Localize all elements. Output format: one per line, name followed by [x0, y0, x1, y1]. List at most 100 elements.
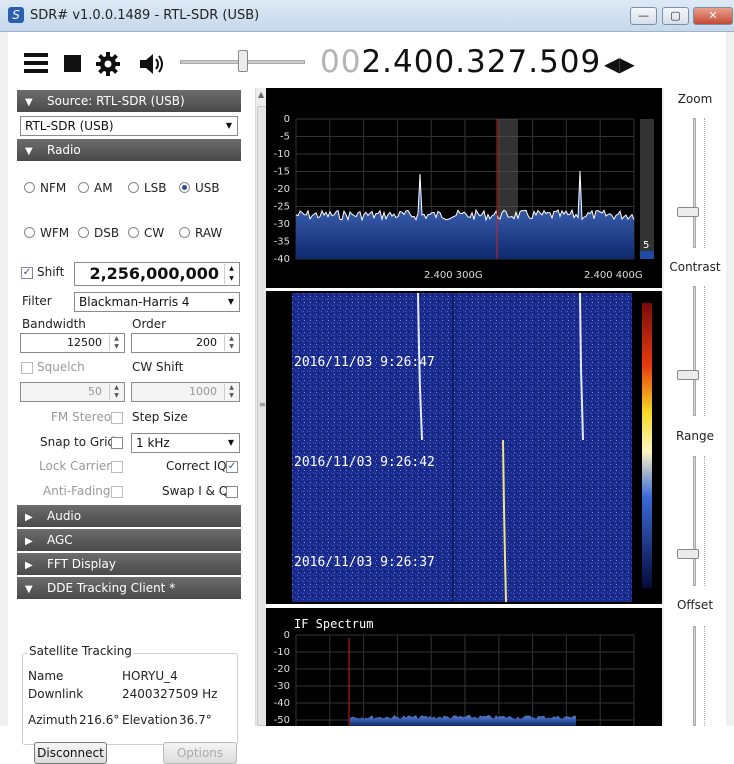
source-select[interactable]: RTL-SDR (USB) ▼ — [20, 116, 238, 136]
fmstereo-label: FM Stereo — [51, 410, 112, 424]
display-area: 0 -5 -10 -15 -20 -25 -30 -35 -40 2.400 300G 2.40… — [266, 88, 662, 726]
correctiq-checkbox[interactable]: ✓ — [226, 461, 238, 473]
swapiq-label: Swap I & Q — [162, 484, 229, 498]
mode-raw-radio[interactable]: RAW — [179, 226, 222, 240]
range-label: Range — [675, 429, 715, 443]
lockcarrier-label: Lock Carrier — [39, 459, 112, 473]
title-bar: S SDR# v1.0.0.1489 - RTL-SDR (USB) — ▢ ✕ — [0, 0, 734, 32]
cwshift-label: CW Shift — [132, 360, 184, 374]
fft-section-header[interactable]: ▶ FFT Display — [17, 553, 241, 575]
app-icon: S — [8, 7, 24, 23]
filter-select[interactable]: Blackman-Harris 4 ▼ — [74, 292, 240, 312]
zoom-ticks — [704, 118, 708, 248]
squelch-input[interactable]: 50 ▲ ▼ — [20, 382, 125, 402]
waterfall-timestamp: 2016/11/03 9:26:37 — [294, 555, 435, 570]
bandwidth-input[interactable]: 12500 ▲ ▼ — [20, 333, 125, 353]
gear-icon[interactable] — [95, 51, 121, 77]
y-tick-label: -25 — [274, 202, 290, 213]
stop-icon[interactable] — [64, 55, 81, 72]
waterfall-colorbar — [642, 303, 652, 588]
spectrum-scale-value: 5 — [643, 240, 649, 251]
order-input[interactable]: 200 ▲ ▼ — [131, 333, 240, 353]
frequency-arrows-icon[interactable]: ◀▶ — [604, 52, 635, 76]
if-y-tick-label: -30 — [274, 681, 290, 692]
mode-lsb-radio[interactable]: LSB — [128, 181, 167, 195]
waterfall-column — [452, 293, 454, 602]
contrast-slider-thumb[interactable] — [677, 370, 699, 380]
right-panel: Zoom Contrast Range Offset — [664, 88, 726, 726]
x-tick-label: 2.400 400G — [584, 270, 643, 281]
bandwidth-label: Bandwidth — [22, 317, 86, 331]
downlink-label: Downlink — [28, 687, 84, 701]
maximize-button[interactable]: ▢ — [662, 7, 689, 25]
range-ticks — [704, 456, 708, 586]
options-button[interactable]: Options — [163, 742, 237, 764]
y-tick-label: -35 — [274, 237, 290, 248]
shift-label: Shift — [37, 265, 65, 279]
offset-slider-track[interactable] — [693, 626, 696, 726]
zoom-slider-thumb[interactable] — [677, 207, 699, 217]
mode-dsb-radio[interactable]: DSB — [78, 226, 119, 240]
source-section-header[interactable]: ▼ Source: RTL-SDR (USB) — [17, 90, 241, 112]
menu-icon[interactable] — [24, 52, 48, 74]
y-tick-label: -20 — [274, 184, 290, 195]
zoom-slider-track[interactable] — [693, 118, 696, 248]
mode-am-radio[interactable]: AM — [78, 181, 113, 195]
shift-checkbox[interactable]: ✓ — [21, 267, 33, 279]
if-y-tick-label: -20 — [274, 664, 290, 675]
scroll-up-icon[interactable]: ▲ — [258, 90, 264, 99]
contrast-ticks — [704, 286, 708, 416]
squelch-checkbox[interactable] — [21, 362, 33, 374]
contrast-slider-track[interactable] — [693, 286, 696, 416]
lockcarrier-checkbox[interactable] — [111, 461, 123, 473]
frequency-display[interactable]: 002.400.327.509 — [320, 44, 601, 80]
shift-input[interactable]: 2,256,000,000 ▲ ▼ — [74, 262, 240, 286]
y-tick-label: -30 — [274, 219, 290, 230]
mode-wfm-radio[interactable]: WFM — [24, 226, 69, 240]
sat-name-label: Name — [28, 669, 64, 683]
spectrum-waterfall-svg[interactable]: 0 -5 -10 -15 -20 -25 -30 -35 -40 2.400 300G 2.40… — [266, 88, 662, 726]
contrast-label: Contrast — [669, 260, 721, 274]
swapiq-checkbox[interactable] — [226, 486, 238, 498]
y-tick-label: -40 — [274, 254, 290, 265]
range-slider-thumb[interactable] — [677, 549, 699, 559]
offset-label: Offset — [676, 598, 714, 612]
snap-checkbox[interactable] — [111, 437, 123, 449]
fmstereo-checkbox[interactable] — [111, 412, 123, 424]
y-tick-label: 0 — [284, 114, 290, 125]
y-tick-label: -15 — [274, 167, 290, 178]
if-y-tick-label: -40 — [274, 698, 290, 709]
filter-label: Filter — [22, 294, 52, 308]
agc-section-header[interactable]: ▶ AGC — [17, 529, 241, 551]
speaker-icon[interactable] — [138, 52, 166, 76]
dde-section-header[interactable]: ▼ DDE Tracking Client * — [17, 577, 241, 599]
volume-slider-thumb[interactable] — [238, 50, 248, 72]
mode-usb-radio[interactable]: USB — [179, 181, 220, 195]
left-panel: ▼ Source: RTL-SDR (USB) RTL-SDR (USB) ▼ ▼ R… — [8, 88, 269, 764]
radio-section-header[interactable]: ▼ Radio — [17, 139, 241, 161]
range-slider-track[interactable] — [693, 456, 696, 586]
satellite-tracking-title: Satellite Tracking — [27, 644, 134, 658]
waterfall-timestamp: 2016/11/03 9:26:47 — [294, 355, 435, 370]
stepsize-select[interactable]: 1 kHz ▼ — [131, 433, 240, 453]
elevation-value: 36.7° — [179, 713, 212, 727]
spectrum-level-bar — [640, 119, 654, 259]
elevation-label: Elevation — [122, 713, 178, 727]
sat-name-value: HORYU_4 — [122, 669, 178, 683]
cwshift-input[interactable]: 1000 ▲ ▼ — [131, 382, 240, 402]
y-tick-label: -5 — [280, 132, 290, 143]
minimize-button[interactable]: — — [630, 7, 657, 25]
antifading-label: Anti-Fading — [43, 484, 111, 498]
antifading-checkbox[interactable] — [111, 486, 123, 498]
toolbar: 002.400.327.509 ◀▶ — [8, 32, 726, 88]
audio-section-header[interactable]: ▶ Audio — [17, 505, 241, 527]
azimuth-value: 216.6° — [79, 713, 120, 727]
if-spectrum-title: IF Spectrum — [294, 617, 373, 631]
mode-nfm-radio[interactable]: NFM — [24, 181, 66, 195]
zoom-label: Zoom — [677, 92, 713, 106]
window-title: SDR# v1.0.0.1489 - RTL-SDR (USB) — [30, 8, 260, 23]
close-button[interactable]: ✕ — [693, 7, 733, 25]
stepsize-label: Step Size — [132, 410, 188, 424]
disconnect-button[interactable]: Disconnect — [34, 742, 107, 764]
mode-cw-radio[interactable]: CW — [128, 226, 164, 240]
